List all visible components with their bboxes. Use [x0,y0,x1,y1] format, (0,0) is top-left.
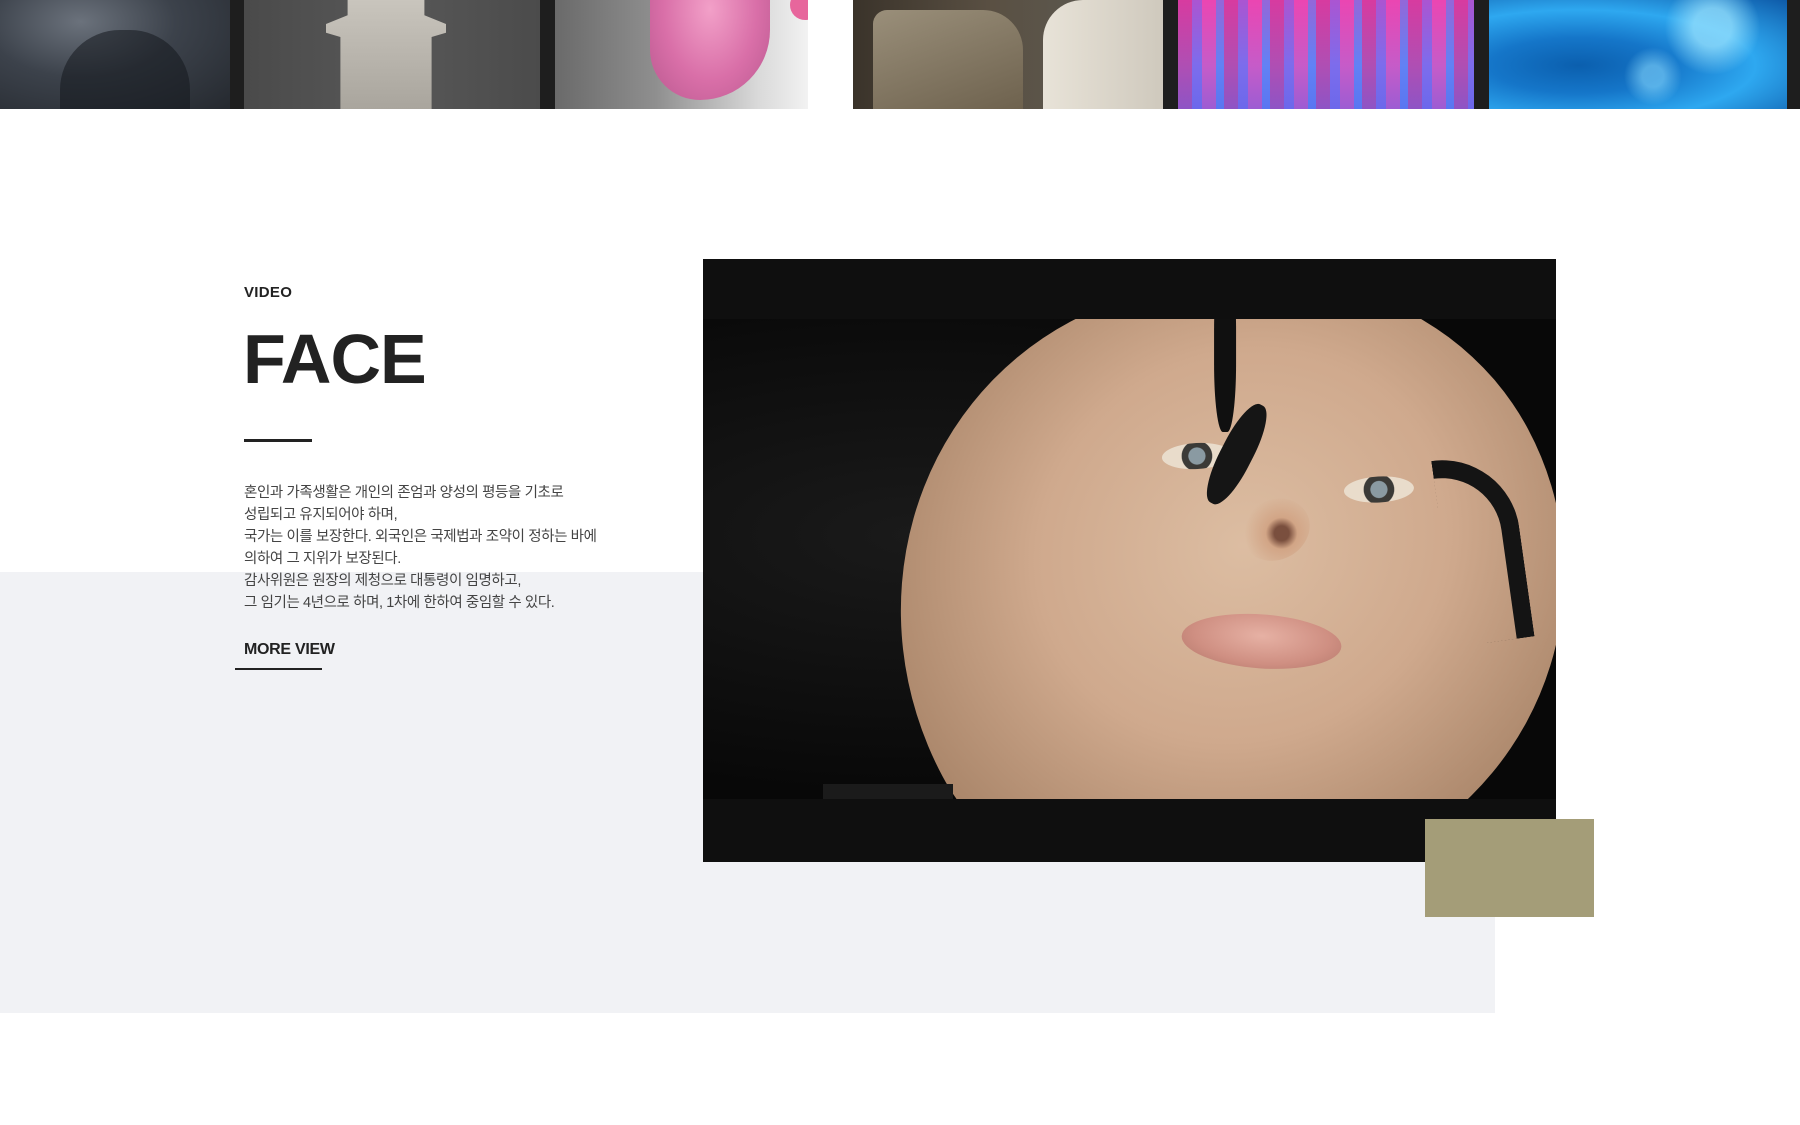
face-image [782,319,1556,799]
title-divider [244,439,312,442]
eye-shape [1343,474,1415,505]
gallery-thumb-dark-portrait[interactable] [0,0,230,109]
description-line: 성립되고 유지되어야 하며, [244,507,398,523]
gallery-thumb-pink-hair[interactable] [555,0,808,109]
description-line: 그 임기는 4년으로 하며, 1차에 한하여 중임할 수 있다. [244,595,555,611]
accent-block [1425,819,1594,917]
description-line: 감사위원은 원장의 제청으로 대통령이 임명하고, [244,573,521,589]
studio-sack-image [873,10,1023,109]
paint-stroke [1431,450,1535,648]
pink-hair-image [650,0,770,100]
nose-shape [1230,486,1321,573]
paint-stroke [1214,319,1237,433]
neck-shadow [823,784,953,799]
more-view-link[interactable]: MORE VIEW [244,641,335,659]
gallery-divider [1474,0,1489,109]
page-title: FACE [243,320,427,398]
feature-description: 혼인과 가족생활은 개인의 존엄과 양성의 평등을 기초로 성립되고 유지되어야… [244,482,664,614]
video-player[interactable] [703,259,1556,862]
gallery-divider [230,0,244,109]
gallery-divider [1787,0,1800,109]
gallery-divider [808,0,853,109]
gallery-divider [1163,0,1178,109]
pink-hair-accent [790,0,808,20]
video-frame [703,319,1556,799]
gallery-strip [0,0,1800,109]
section-eyebrow: VIDEO [244,284,293,301]
gallery-thumb-magenta-abstract[interactable] [1178,0,1474,109]
description-line: 국가는 이를 보장한다. 외국인은 국제법과 조약이 정하는 바에 [244,529,597,545]
gallery-thumb-blue-abstract[interactable] [1489,0,1787,109]
more-view-underline [235,668,322,670]
lips-shape [1179,608,1344,674]
description-line: 혼인과 가족생활은 개인의 존엄과 양성의 평등을 기초로 [244,485,564,501]
description-line: 의하여 그 지위가 보장된다. [244,551,401,567]
gallery-thumb-plaster-pedestal[interactable] [244,0,540,109]
pedestal-image [326,0,446,109]
studio-figure-image [1043,0,1163,109]
gallery-divider [540,0,555,109]
gallery-thumb-sculpture-studio[interactable] [853,0,1163,109]
